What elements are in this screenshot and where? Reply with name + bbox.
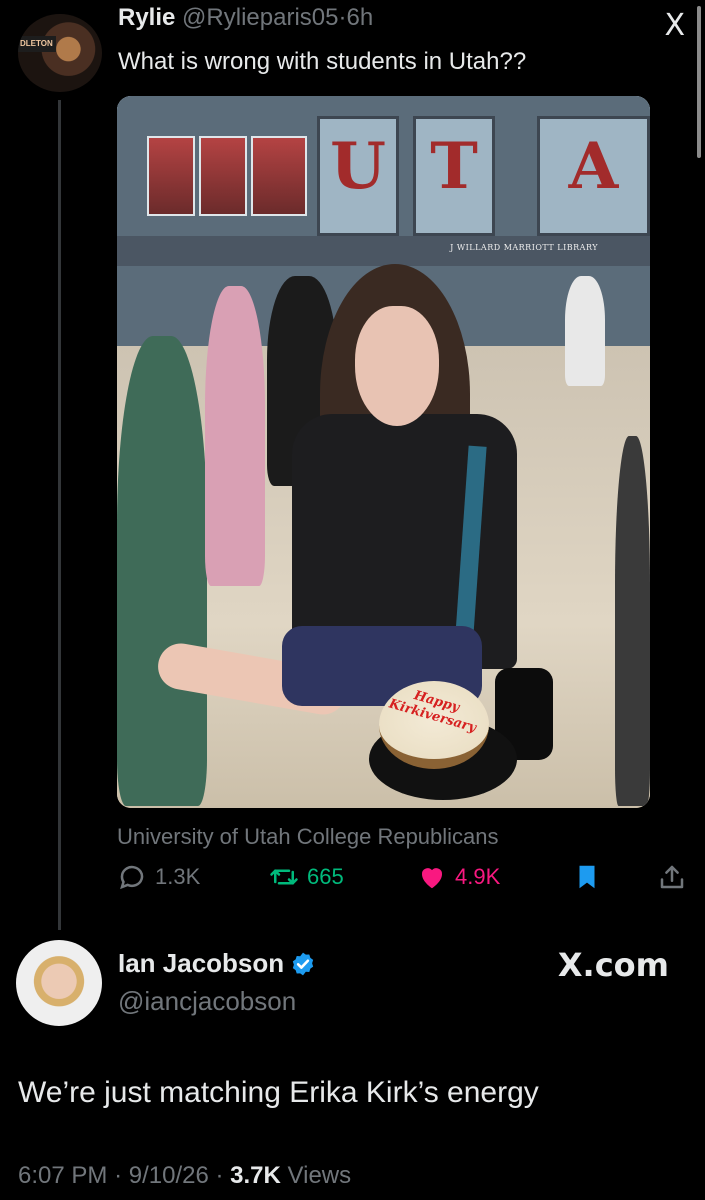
main-handle[interactable]: @iancjacobson (118, 986, 296, 1017)
tweet-date[interactable]: 9/10/26 (129, 1162, 209, 1189)
tweet-time[interactable]: 6:07 PM (18, 1162, 107, 1189)
retweet-icon (270, 869, 298, 885)
reply-button[interactable]: 1.3K (117, 862, 200, 892)
quoted-header: Rylie @Rylieparis05·6h (118, 4, 373, 32)
meta-separator: · (114, 1162, 123, 1189)
retweet-button[interactable]: 665 (269, 862, 344, 892)
reply-icon (120, 865, 144, 890)
main-name-row: Ian Jacobson (118, 948, 316, 979)
photo-bystander (205, 286, 265, 586)
x-logo-icon[interactable]: X (664, 8, 685, 43)
quoted-display-name[interactable]: Rylie (118, 4, 175, 31)
photo-bystander (565, 276, 605, 386)
quoted-tweet[interactable]: DLETON Rylie @Rylieparis05·6h X What is … (0, 0, 705, 930)
retweet-count: 665 (307, 864, 344, 889)
like-count: 4.9K (455, 864, 501, 889)
verified-badge-icon (292, 952, 314, 975)
views-count[interactable]: 3.7K (230, 1162, 281, 1189)
heart-icon (421, 868, 443, 889)
photo-mural (251, 136, 307, 216)
photo-subject-face (355, 306, 439, 426)
bookmark-icon (579, 865, 595, 889)
photo-banner-u: U (317, 116, 399, 236)
action-bar: 1.3K 665 4.9K (117, 862, 687, 894)
quoted-handle[interactable]: @Rylieparis05 (182, 4, 338, 31)
like-button[interactable]: 4.9K (417, 862, 500, 892)
thread-connector-line (58, 100, 61, 930)
photo-building-sign: J WILLARD MARRIOTT LIBRARY (450, 243, 598, 252)
photo-bystander (117, 336, 207, 806)
main-avatar[interactable] (16, 940, 102, 1026)
meta-separator: · (215, 1162, 224, 1189)
tweet-meta: 6:07 PM · 9/10/26 · 3.7K Views (18, 1162, 351, 1190)
main-display-name[interactable]: Ian Jacobson (118, 948, 284, 979)
tweet-photo[interactable]: U T A J WILLARD MARRIOTT LIBRARY Happy K… (117, 96, 650, 808)
quoted-avatar[interactable]: DLETON (18, 14, 102, 92)
avatar-badge-text: DLETON (18, 36, 56, 52)
quoted-source-label[interactable]: University of Utah College Republicans (117, 824, 499, 850)
photo-bystander (615, 436, 650, 806)
views-label: Views (287, 1162, 352, 1189)
reply-count: 1.3K (155, 864, 201, 889)
quoted-time[interactable]: 6h (346, 4, 373, 31)
photo-mural (199, 136, 247, 216)
bookmark-button[interactable] (572, 862, 602, 892)
x-com-brand: X.com (557, 946, 669, 984)
share-button[interactable] (657, 862, 687, 892)
banner-letter: T (430, 129, 478, 204)
main-tweet-text: We’re just matching Erika Kirk’s energy (18, 1076, 539, 1109)
quoted-tweet-text: What is wrong with students in Utah?? (118, 48, 527, 75)
share-icon (660, 865, 684, 889)
banner-letter: U (330, 129, 386, 204)
banner-letter: A (568, 129, 619, 204)
photo-banner-a: A (537, 116, 650, 236)
photo-banner-t: T (413, 116, 495, 236)
photo-mural (147, 136, 195, 216)
